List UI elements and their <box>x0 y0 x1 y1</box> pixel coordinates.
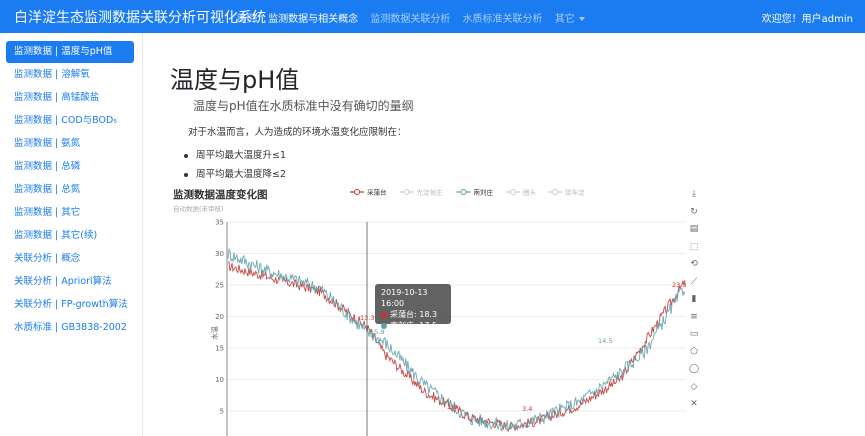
y-tick-label: 15 <box>215 345 224 353</box>
nav-menu: 首页 监测数据与相关概念 监测数据关联分析 水质标准关联分析 其它 <box>236 10 594 25</box>
legend-marker <box>354 189 360 195</box>
sidebar-item-other-cont[interactable]: 监测数据 | 其它(续) <box>6 225 134 247</box>
sidebar-item-apriori[interactable]: 关联分析 | Apriori算法 <box>6 271 134 293</box>
legend-label: 烧车淀 <box>565 188 585 197</box>
user-greeting[interactable]: 欢迎您！用户admin <box>762 10 853 25</box>
tooltip-row: 采蒲台: 18.3 <box>381 309 445 320</box>
data-label: 14.5 <box>598 337 612 345</box>
sidebar-item-temp-ph[interactable]: 监测数据 | 温度与pH值 <box>6 41 134 63</box>
chart-tooltip: 2019-10-13 16:00 采蒲台: 18.3 南刘庄: 17.5 <box>375 284 451 330</box>
chart-grid <box>227 221 686 412</box>
nav-item-home[interactable]: 首页 <box>236 14 256 25</box>
data-label: 13.3 <box>360 314 374 322</box>
brand-title[interactable]: 白洋淀生态监测数据关联分析可视化系统 <box>14 7 266 27</box>
data-label: 23.3 <box>672 281 686 289</box>
stack-icon[interactable]: ≡ <box>688 311 700 323</box>
y-tick-label: 30 <box>215 250 224 258</box>
bar-chart-icon[interactable]: ▮ <box>688 293 700 305</box>
legend-label: 南刘庄 <box>474 188 494 197</box>
sidebar-item-ammonia[interactable]: 监测数据 | 氨氮 <box>6 133 134 155</box>
rect-select-icon[interactable]: ▭ <box>688 328 700 340</box>
download-icon[interactable]: ⤓ <box>688 188 700 200</box>
series-dot-icon <box>381 311 387 318</box>
chart-legend: 采蒲台 光淀张庄 南刘庄 圈头 烧车淀 <box>350 188 585 197</box>
keep-select-icon[interactable]: ◇ <box>688 381 700 393</box>
legend-marker <box>510 189 516 195</box>
nav-item-other-label: 其它 <box>554 14 575 25</box>
nav-item-standards[interactable]: 水质标准关联分析 <box>463 14 543 25</box>
tooltip-time: 2019-10-13 16:00 <box>381 288 428 308</box>
data-label: 3.8 <box>447 403 457 411</box>
y-tick-label: 35 <box>215 219 224 227</box>
polygon-select-icon[interactable]: ⬠ <box>688 346 700 358</box>
legend-label: 采蒲台 <box>367 188 387 197</box>
series-line-nanliuzhuang <box>227 247 686 432</box>
zoom-reset-icon[interactable]: ⟲ <box>688 258 700 270</box>
y-tick-label: 10 <box>215 376 224 384</box>
refresh-icon[interactable]: ↻ <box>688 206 700 218</box>
chart-series <box>227 247 686 433</box>
legend-marker <box>403 189 410 195</box>
data-label: 3.4 <box>522 405 532 413</box>
top-navbar: 白洋淀生态监测数据关联分析可视化系统 首页 监测数据与相关概念 监测数据关联分析… <box>0 0 865 33</box>
tooltip-series-name: 南刘庄 <box>390 321 414 330</box>
y-axis: 5 10 15 20 25 30 35 <box>215 219 228 436</box>
nav-item-monitoring[interactable]: 监测数据与相关概念 <box>268 14 358 25</box>
y-tick-label: 25 <box>215 282 224 290</box>
sidebar-item-other[interactable]: 监测数据 | 其它 <box>6 202 134 224</box>
series-dot-icon <box>381 322 387 329</box>
line-chart-icon[interactable]: ⟋ <box>688 276 700 288</box>
tooltip-value: 18.3 <box>419 310 438 319</box>
chart-title: 监测数据温度变化图 <box>173 188 268 201</box>
legend-label: 圈头 <box>523 188 537 197</box>
sidebar-item-tp[interactable]: 监测数据 | 总磷 <box>6 156 134 178</box>
sidebar-item-cod-bod[interactable]: 监测数据 | COD与BOD₅ <box>6 110 134 132</box>
intro-paragraph: 对于水温而言，人为造成的环境水温变化应限制在： <box>188 127 407 138</box>
y-tick-label: 20 <box>215 313 224 321</box>
sidebar-item-concept[interactable]: 关联分析 | 概念 <box>6 248 134 270</box>
sidebar-item-tn[interactable]: 监测数据 | 总氮 <box>6 179 134 201</box>
chevron-down-icon <box>578 17 585 21</box>
clear-select-icon[interactable]: ✕ <box>688 398 700 410</box>
lasso-icon[interactable]: ◯ <box>688 363 700 375</box>
tooltip-row: 南刘庄: 17.5 <box>381 320 445 331</box>
sidebar-item-fpgrowth[interactable]: 关联分析 | FP-growth算法 <box>6 294 134 316</box>
series-line-caiputai <box>227 261 686 433</box>
sidebar-item-gb3838[interactable]: 水质标准 | GB3838-2002 <box>6 317 134 339</box>
sidebar-item-permanganate[interactable]: 监测数据 | 高锰酸盐 <box>6 87 134 109</box>
chart-subtitle: 自动数据(未审核) <box>173 204 224 213</box>
zoom-icon[interactable]: ⬚ <box>688 241 700 253</box>
data-view-icon[interactable]: ▤ <box>688 223 700 235</box>
bullet-item: 周平均最大温度降≤2 <box>184 166 286 180</box>
legend-label: 光淀张庄 <box>417 188 444 197</box>
nav-item-association[interactable]: 监测数据关联分析 <box>370 14 450 25</box>
bullet-item: 周平均最大温度升≤1 <box>184 147 286 161</box>
tooltip-series-name: 采蒲台 <box>390 310 414 319</box>
y-tick-label: 5 <box>220 408 224 416</box>
y-axis-label: 水温 <box>210 326 219 340</box>
tooltip-value: 17.5 <box>419 321 438 330</box>
legend-marker <box>460 189 467 195</box>
legend-marker <box>552 189 558 195</box>
sidebar: 监测数据 | 温度与pH值 监测数据 | 溶解氧 监测数据 | 高锰酸盐 监测数… <box>0 33 143 436</box>
page-title: 温度与pH值 <box>170 66 300 94</box>
page-subtitle: 温度与pH值在水质标准中没有确切的量纲 <box>193 99 414 113</box>
nav-item-other[interactable]: 其它 <box>555 14 585 25</box>
chart-toolbox: ⤓ ↻ ▤ ⬚ ⟲ ⟋ ▮ ≡ ▭ ⬠ ◯ ◇ ✕ <box>688 188 702 416</box>
sidebar-item-do[interactable]: 监测数据 | 溶解氧 <box>6 64 134 86</box>
